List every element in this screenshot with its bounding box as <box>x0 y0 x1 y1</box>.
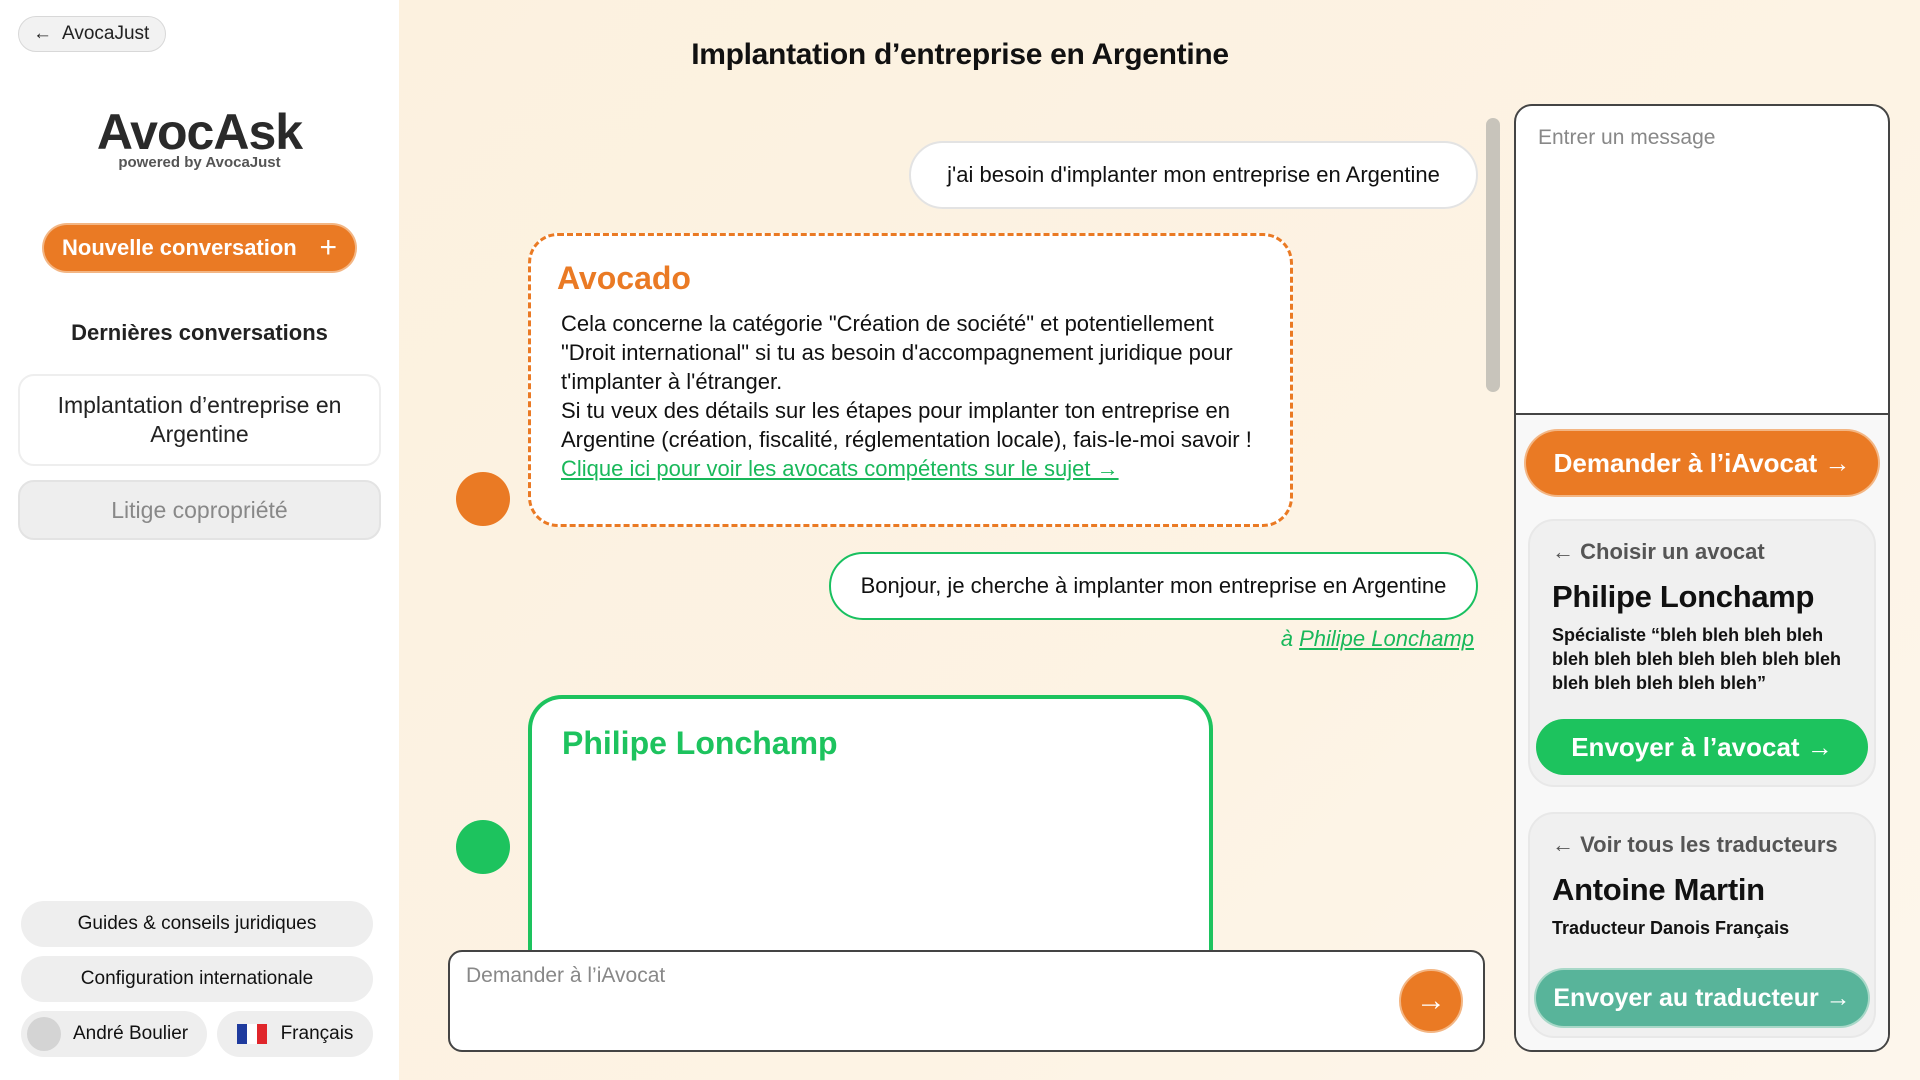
arrow-left-icon: ← <box>33 23 52 44</box>
lawyer-avatar <box>456 820 510 874</box>
reply-line: t'implanter à l'étranger. <box>561 369 783 394</box>
brand-logo: AvocAsk powered by AvocaJust <box>0 104 399 171</box>
lawyer-name: Philipe Lonchamp <box>1552 579 1815 614</box>
french-flag-icon <box>236 1024 267 1044</box>
conversation-item-copropriete[interactable]: Litige copropriété <box>18 480 381 540</box>
addressee-lawyer-link[interactable]: Philipe Lonchamp <box>1299 626 1474 651</box>
guides-button[interactable]: Guides & conseils juridiques <box>21 901 373 947</box>
avocado-reply-body: Cela concerne la catégorie "Création de … <box>561 309 1264 483</box>
user-message-text: Bonjour, je cherche à implanter mon entr… <box>860 573 1447 598</box>
translator-name: Antoine Martin <box>1552 872 1765 907</box>
avocado-avatar <box>456 472 510 526</box>
new-conversation-label: Nouvelle conversation <box>62 235 297 260</box>
config-label: Configuration internationale <box>80 968 314 989</box>
reply-line: Cela concerne la catégorie "Création de … <box>561 311 1214 336</box>
send-to-lawyer-button[interactable]: Envoyer à l’avocat → <box>1536 719 1868 775</box>
user-message-to-lawyer: Bonjour, je cherche à implanter mon entr… <box>829 552 1478 620</box>
send-button[interactable]: → <box>1399 969 1463 1033</box>
page-title: Implantation d’entreprise en Argentine <box>691 38 1229 71</box>
conversation-item-label: Implantation d’entreprise en Argentine <box>57 392 342 447</box>
chat-area: Implantation d’entreprise en Argentine j… <box>399 0 1920 1080</box>
lawyer-card: ← Choisir un avocat Philipe Lonchamp Spé… <box>1528 519 1876 787</box>
choose-lawyer-link[interactable]: ← Choisir un avocat <box>1552 539 1854 565</box>
chat-scrollbar[interactable] <box>1486 118 1500 392</box>
conversation-item-argentine[interactable]: Implantation d’entreprise en Argentine <box>18 374 381 466</box>
lawyer-author: Philipe Lonchamp <box>562 725 838 761</box>
conversation-item-label: Litige copropriété <box>111 496 288 523</box>
user-message-text: j'ai besoin d'implanter mon entreprise e… <box>947 162 1440 187</box>
send-to-translator-button[interactable]: Envoyer au traducteur → <box>1536 970 1868 1026</box>
lawyer-speciality: Spécialiste “bleh bleh bleh bleh bleh bl… <box>1552 625 1842 693</box>
chat-composer: → <box>448 950 1485 1052</box>
user-message: j'ai besoin d'implanter mon entreprise e… <box>909 141 1478 209</box>
guides-label: Guides & conseils juridiques <box>77 913 317 934</box>
reply-line: "Droit international" si tu as besoin d'… <box>561 340 1233 365</box>
user-profile-button[interactable]: André Boulier <box>21 1011 207 1057</box>
brand-name: AvocAsk <box>96 104 303 160</box>
see-lawyers-link[interactable]: Clique ici pour voir les avocats compéte… <box>561 454 1264 483</box>
international-config-button[interactable]: Configuration internationale <box>21 956 373 1002</box>
translator-speciality: Traducteur Danois Français <box>1552 918 1790 938</box>
translator-card: ← Voir tous les traducteurs Antoine Mart… <box>1528 812 1876 1038</box>
plus-icon: + <box>319 231 337 264</box>
arrow-right-icon: → <box>1416 984 1446 1017</box>
new-conversation-button[interactable]: Nouvelle conversation + <box>44 225 355 271</box>
panel-actions: Demander à l’iAvocat → ← Choisir un avoc… <box>1516 415 1888 1050</box>
message-addressee: à Philipe Lonchamp <box>1259 626 1474 652</box>
sidebar: ← AvocaJust AvocAsk powered by AvocaJust… <box>0 0 399 1080</box>
brand-powered-by: powered by AvocaJust <box>118 154 281 171</box>
ask-ai-input[interactable] <box>466 964 1366 988</box>
language-label: Français <box>280 1023 354 1044</box>
avocado-author: Avocado <box>557 260 691 296</box>
language-selector[interactable]: Français <box>217 1011 373 1057</box>
back-button-label: AvocaJust <box>62 23 150 44</box>
all-translators-link[interactable]: ← Voir tous les traducteurs <box>1552 832 1854 858</box>
message-textarea[interactable] <box>1538 126 1868 386</box>
reply-line: Si tu veux des détails sur les étapes po… <box>561 398 1230 423</box>
ask-ai-lawyer-button[interactable]: Demander à l’iAvocat → <box>1526 431 1878 495</box>
avocado-reply-card: Avocado Cela concerne la catégorie "Créa… <box>528 233 1293 527</box>
back-to-avocajust-button[interactable]: ← AvocaJust <box>18 16 166 52</box>
addressee-prefix: à <box>1280 626 1293 651</box>
reply-line: Argentine (création, fiscalité, réglemen… <box>561 427 1252 452</box>
user-name: André Boulier <box>73 1023 189 1044</box>
recent-conversations-title: Dernières conversations <box>71 320 328 345</box>
avatar <box>27 1017 61 1051</box>
right-panel: Demander à l’iAvocat → ← Choisir un avoc… <box>1514 104 1890 1052</box>
